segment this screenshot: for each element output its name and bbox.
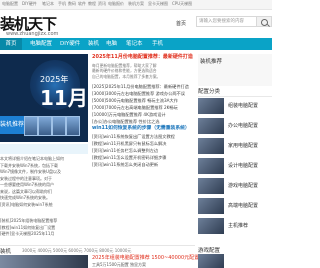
category-item[interactable]: 办公电脑配置 xyxy=(198,118,272,136)
list-item[interactable]: [3000]3000元左右电脑配置推荐 游戏办公两不误 xyxy=(92,90,194,97)
top-link[interactable]: 电脑报价 xyxy=(108,1,124,7)
top-link[interactable]: 软件 xyxy=(78,1,86,7)
banner-hardware-image xyxy=(24,116,84,136)
top-link[interactable]: CPU天梯图 xyxy=(172,1,192,7)
gpu-card-image xyxy=(24,116,38,136)
nav-item-laptop[interactable]: 笔记本 xyxy=(126,38,143,50)
bottom-thumbnail[interactable] xyxy=(0,255,88,268)
category-thumbnail xyxy=(198,138,224,154)
category-title: 配置分类 xyxy=(198,87,272,97)
list-item[interactable]: [7000]7000元左右高端电脑配置推荐 2K畅玩 xyxy=(92,104,194,111)
search-button[interactable] xyxy=(256,16,272,27)
nav-item-diy[interactable]: DIY硬件 xyxy=(60,38,80,50)
category-item[interactable]: 高端电脑配置 xyxy=(198,198,272,216)
category-label: 家用电脑配置 xyxy=(228,143,259,149)
list-item[interactable]: [硬件]显卡天梯图2025年11月 xyxy=(0,231,88,238)
category-label: 办公电脑配置 xyxy=(228,123,259,129)
list-item[interactable]: [资讯]win11任务栏怎么调整到左边 xyxy=(92,147,194,154)
list-item[interactable]: [办公]办公电脑配置推荐 性价比之选 xyxy=(92,118,194,125)
summary-line: 自己的电脑配置，本月推荐了多套方案。 xyxy=(92,73,161,79)
nav-item-config[interactable]: 电脑配置 xyxy=(30,38,52,50)
banner-caption-bar xyxy=(0,144,88,154)
banner-badge: 装机推荐 xyxy=(0,116,24,134)
nav-item-build[interactable]: 装机 xyxy=(88,38,99,50)
recommend-panel: 装机推荐 xyxy=(198,54,272,86)
top-link[interactable]: 手机 xyxy=(58,1,66,7)
section-title: 装机 xyxy=(0,249,12,255)
main-nav: 首页 电脑配置 DIY硬件 装机 电脑 笔记本 手机 xyxy=(0,38,272,50)
list-item[interactable]: [资讯]win11系统怎么关闭自动更新 xyxy=(92,161,194,168)
category-thumbnail xyxy=(198,98,224,114)
search-icon xyxy=(261,19,268,26)
gpu-card-image xyxy=(52,116,66,136)
category-thumbnail xyxy=(198,178,224,194)
category-thumbnail xyxy=(198,198,224,214)
top-link-bar: 电脑配置 DIY硬件 笔记本 手机 数码 软件 教程 资讯 电脑报价 装机方案 … xyxy=(0,0,272,10)
list-item[interactable]: [教程]win11开机黑屏只有鼠标怎么解决 xyxy=(92,140,194,147)
left-article: 本文将详细介绍在笔记本电脑上如何 下载并安装Win7系统，包括下载 Win7镜像… xyxy=(0,156,88,208)
site-logo[interactable]: 装机天下 www.zhuangjizx.com xyxy=(0,10,58,37)
category-item[interactable]: 设计电脑配置 xyxy=(198,158,272,176)
category-label: 组装电脑配置 xyxy=(228,103,259,109)
bottom-headline[interactable]: 2025年组装电脑配置推荐 1500~40000元配置有人气 xyxy=(92,254,214,261)
top-link[interactable]: 教程 xyxy=(88,1,96,7)
list-item[interactable]: [5000]5000元电脑配置推荐 畅玩主流3A大作 xyxy=(92,97,194,104)
featured-banner[interactable]: 2025年 11月 装机推荐 xyxy=(0,54,88,142)
list-item[interactable]: [2025]2025年11月份电脑配置推荐：最新硬件打造 xyxy=(92,83,194,90)
nav-item-pc[interactable]: 电脑 xyxy=(106,38,117,50)
news-list: [2025]2025年11月份电脑配置推荐：最新硬件打造 [3000]3000元… xyxy=(92,83,194,168)
category-label: 游戏电脑配置 xyxy=(228,183,259,189)
home-link[interactable]: 首页 xyxy=(176,20,186,27)
category-item[interactable]: 家用电脑配置 xyxy=(198,138,272,156)
category-thumbnail xyxy=(198,118,224,134)
sub-headline-link[interactable]: win11如何恢复系统的步骤（无需重装系统） xyxy=(92,125,194,133)
bottom-right-thumbnail[interactable] xyxy=(198,254,272,268)
left-link-list: [装机]2025年组装电脑配置推荐 [教程]win11如何恢复出厂设置 [硬件]… xyxy=(0,218,88,238)
list-item[interactable]: [10000]万元电脑配置推荐 4K游戏设计 xyxy=(92,111,194,118)
category-label: 设计电脑配置 xyxy=(228,163,259,169)
top-link[interactable]: DIY硬件 xyxy=(22,1,37,7)
section-title: 游戏配置 xyxy=(198,248,221,254)
list-item[interactable]: [资讯]win11系统恢复出厂设置方法图文教程 xyxy=(92,133,194,140)
top-link[interactable]: 电脑配置 xyxy=(2,1,18,7)
bottom-article[interactable]: 2025年组装电脑配置推荐 1500~40000元配置有人气 工具5万1500元… xyxy=(92,254,214,268)
category-item[interactable]: 主机推荐 xyxy=(198,218,272,236)
category-label: 主机推荐 xyxy=(228,223,249,229)
top-link[interactable]: 显卡天梯图 xyxy=(148,1,168,7)
nav-item-phone[interactable]: 手机 xyxy=(152,38,163,50)
top-link[interactable]: 笔记本 xyxy=(42,1,54,7)
top-link[interactable]: 装机方案 xyxy=(128,1,144,7)
article-line[interactable]: [资讯]电脑如何安装win7系统 xyxy=(0,202,88,209)
list-item[interactable]: [教程]win11怎么设置开机密码详细步骤 xyxy=(92,154,194,161)
gpu-card-image xyxy=(66,116,80,136)
category-label: 高端电脑配置 xyxy=(228,203,259,209)
bottom-summary: 工具5万1500元配置 独显方案 xyxy=(92,262,146,267)
headline-summary: 每月更新电脑配置推荐，帮助大家了解 最新的硬件价格和性能，方便选购适合 自己的电… xyxy=(92,63,194,79)
banner-month: 11月 xyxy=(40,86,88,110)
nav-item-home[interactable]: 首页 xyxy=(0,38,22,50)
category-thumbnail xyxy=(198,218,224,234)
top-link[interactable]: 数码 xyxy=(68,1,76,7)
category-thumbnail xyxy=(198,158,224,174)
logo-url: www.zhuangjizx.com xyxy=(6,31,59,37)
headline-link[interactable]: 2025年11月份电脑配置推荐：最新硬件打造 xyxy=(92,54,194,61)
search-input[interactable]: 请输入您要搜索的内容 xyxy=(196,16,256,27)
gpu-card-image xyxy=(38,116,52,136)
category-item[interactable]: 组装电脑配置 xyxy=(198,98,272,116)
top-link[interactable]: 资讯 xyxy=(98,1,106,7)
game-thumbnail xyxy=(198,254,224,268)
recommend-title: 装机推荐 xyxy=(200,59,223,65)
category-item[interactable]: 游戏电脑配置 xyxy=(198,178,272,196)
